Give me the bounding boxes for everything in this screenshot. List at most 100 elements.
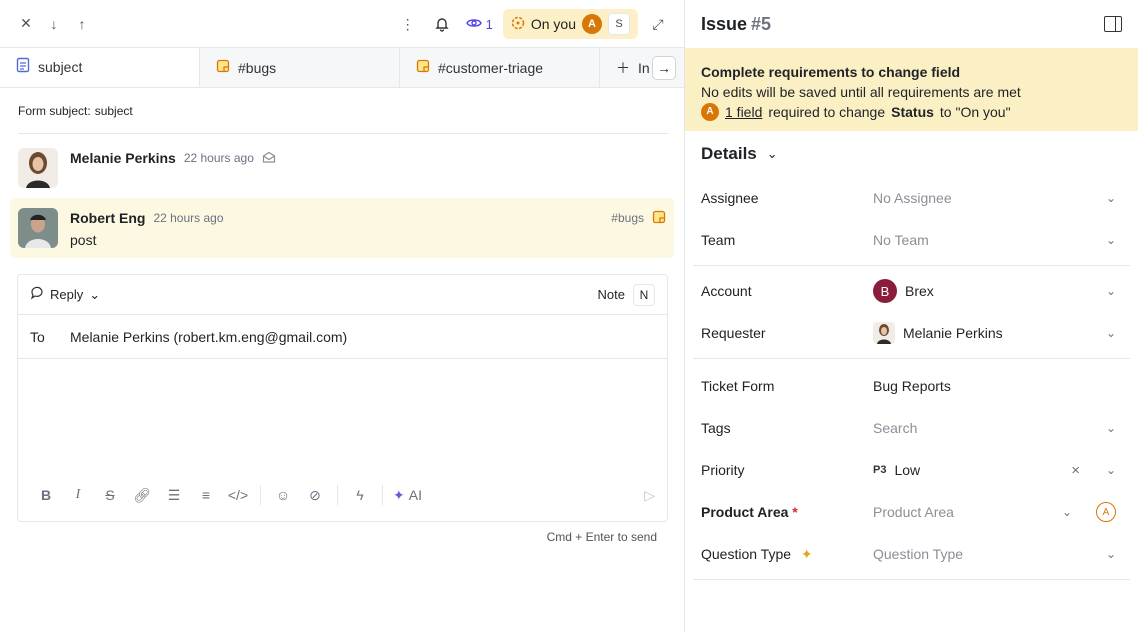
ticket-form-field[interactable]: Ticket Form Bug Reports — [693, 365, 1130, 407]
emoji-icon[interactable]: ☺ — [267, 487, 299, 503]
account-field[interactable]: Account B Brex ⌄ — [693, 270, 1130, 312]
question-type-field[interactable]: Question Type ✦ Question Type ⌄ — [693, 533, 1130, 575]
send-icon[interactable]: ▷ — [644, 487, 655, 504]
to-row: To Melanie Perkins (robert.km.eng@gmail.… — [18, 315, 667, 359]
tab-bugs[interactable]: #bugs — [200, 48, 400, 87]
account-logo: B — [873, 279, 897, 303]
field-value: Product Area — [873, 504, 954, 520]
team-field[interactable]: Team No Team ⌄ — [693, 219, 1130, 261]
field-label: Priority — [701, 462, 745, 478]
priority-icon: P3 — [873, 464, 887, 476]
chevron-down-icon: ⌄ — [1105, 463, 1116, 477]
message-time: 22 hours ago — [183, 151, 254, 165]
field-value: Question Type — [873, 546, 964, 562]
ai-label: AI — [408, 487, 422, 503]
reply-composer: Reply ⌄ Note N To Melanie Perkins (rober… — [17, 274, 668, 522]
sparkle-icon: ✦ — [393, 486, 405, 503]
email-icon — [262, 150, 276, 166]
sidebar-toggle-icon[interactable] — [1104, 16, 1122, 32]
issue-number: #5 — [751, 13, 772, 34]
field-value: Brex — [905, 283, 934, 299]
tab-bar: subject #bugs #customer-triage ＋ In → — [0, 48, 684, 88]
requirements-banner: Complete requirements to change field No… — [685, 48, 1138, 131]
message-author: Melanie Perkins — [70, 150, 176, 166]
chevron-down-icon: ⌄ — [1105, 421, 1116, 435]
requester-field[interactable]: Requester Melanie Perkins ⌄ — [693, 312, 1130, 354]
formatting-toolbar: B I S 🔗︎ ☰ ≡ </> ☺ ⊘ ϟ ✦ AI ▷ — [30, 483, 655, 507]
strikethrough-icon[interactable]: S — [94, 487, 126, 503]
arrow-up-icon[interactable]: ↑ — [68, 10, 96, 38]
field-label: Requester — [701, 325, 766, 341]
chevron-down-icon[interactable]: ⌄ — [89, 287, 100, 303]
status-button[interactable]: On you A S — [502, 9, 638, 39]
field-label: Account — [701, 283, 752, 299]
lightning-icon[interactable]: ϟ — [344, 487, 376, 503]
chevron-down-icon: ⌄ — [1105, 547, 1116, 561]
banner-text-end: to "On you" — [939, 104, 1011, 120]
note-label: Note — [597, 287, 625, 302]
clear-icon[interactable]: × — [1071, 462, 1080, 479]
tab-label: subject — [38, 58, 83, 75]
field-label: Product Area — [701, 504, 789, 520]
message-item[interactable]: Melanie Perkins 22 hours ago — [10, 134, 674, 198]
numbered-list-icon[interactable]: ≡ — [190, 487, 222, 503]
divider — [260, 485, 261, 505]
required-field-link[interactable]: 1 field — [725, 102, 762, 122]
tabs-scroll-right-button[interactable]: → — [652, 56, 676, 80]
arrow-right-icon: → — [657, 60, 671, 76]
note-shortcut: N — [633, 283, 655, 306]
assignee-avatar[interactable]: A — [582, 14, 602, 34]
italic-icon[interactable]: I — [62, 487, 94, 503]
issue-header: Issue #5 — [685, 0, 1138, 48]
tab-label: #customer-triage — [438, 59, 544, 76]
message-item[interactable]: Robert Eng 22 hours ago #bugs post — [10, 198, 674, 258]
message-channel-tag[interactable]: #bugs — [611, 210, 666, 227]
chevron-down-icon: ⌄ — [1105, 191, 1116, 205]
divider — [337, 485, 338, 505]
details-header[interactable]: Details ⌄ — [685, 131, 1138, 177]
bold-icon[interactable]: B — [30, 487, 62, 503]
reply-mode-dropdown[interactable]: Reply — [50, 287, 83, 302]
note-icon — [416, 59, 430, 76]
secondary-avatar[interactable]: S — [608, 13, 630, 35]
field-label: Ticket Form — [701, 378, 775, 394]
message-author: Robert Eng — [70, 210, 146, 226]
banner-text: required to change — [768, 104, 886, 120]
plus-icon: ＋ — [616, 59, 630, 76]
tab-subject[interactable]: subject — [0, 48, 200, 87]
link-icon[interactable]: 🔗︎ — [126, 487, 158, 504]
close-icon[interactable]: ✕ — [12, 10, 40, 38]
product-area-field[interactable]: Product Area * Product Area ⌄ A — [693, 491, 1130, 533]
tab-customer-triage[interactable]: #customer-triage — [400, 48, 600, 87]
field-label: Tags — [701, 420, 731, 436]
more-vertical-icon[interactable]: ⋮ — [394, 10, 422, 38]
tab-label: #bugs — [238, 59, 277, 76]
to-label: To — [30, 328, 45, 345]
form-subject: Form subject: subject — [18, 88, 668, 134]
banner-field: Status — [891, 104, 934, 120]
expand-icon[interactable]: ⤢ — [644, 10, 672, 38]
avatar — [18, 208, 58, 248]
field-value: Bug Reports — [873, 378, 951, 394]
tags-search-input[interactable]: Search — [873, 420, 917, 436]
reply-editor[interactable] — [18, 359, 667, 479]
assignee-field[interactable]: Assignee No Assignee ⌄ — [693, 177, 1130, 219]
chevron-down-icon: ⌄ — [1105, 284, 1116, 298]
field-label: Assignee — [701, 190, 759, 206]
to-recipient[interactable]: Melanie Perkins (robert.km.eng@gmail.com… — [70, 329, 347, 345]
tags-field[interactable]: Tags Search ⌄ — [693, 407, 1130, 449]
watchers-button[interactable]: 1 — [462, 17, 497, 32]
code-icon[interactable]: </> — [222, 487, 254, 503]
note-toggle[interactable]: Note N — [597, 283, 655, 306]
bullet-list-icon[interactable]: ☰ — [158, 487, 190, 504]
attachment-icon[interactable]: ⊘ — [299, 487, 331, 504]
avatar — [873, 322, 895, 344]
arrow-down-icon[interactable]: ↓ — [40, 10, 68, 38]
issue-title: Issue — [701, 13, 748, 34]
priority-field[interactable]: Priority P3 Low × ⌄ — [693, 449, 1130, 491]
issue-sidebar: Issue #5 Complete requirements to change… — [685, 0, 1138, 632]
bell-icon[interactable] — [428, 10, 456, 38]
required-mark: * — [792, 504, 798, 520]
banner-avatar: A — [701, 103, 719, 121]
ai-button[interactable]: ✦ AI — [389, 487, 422, 504]
